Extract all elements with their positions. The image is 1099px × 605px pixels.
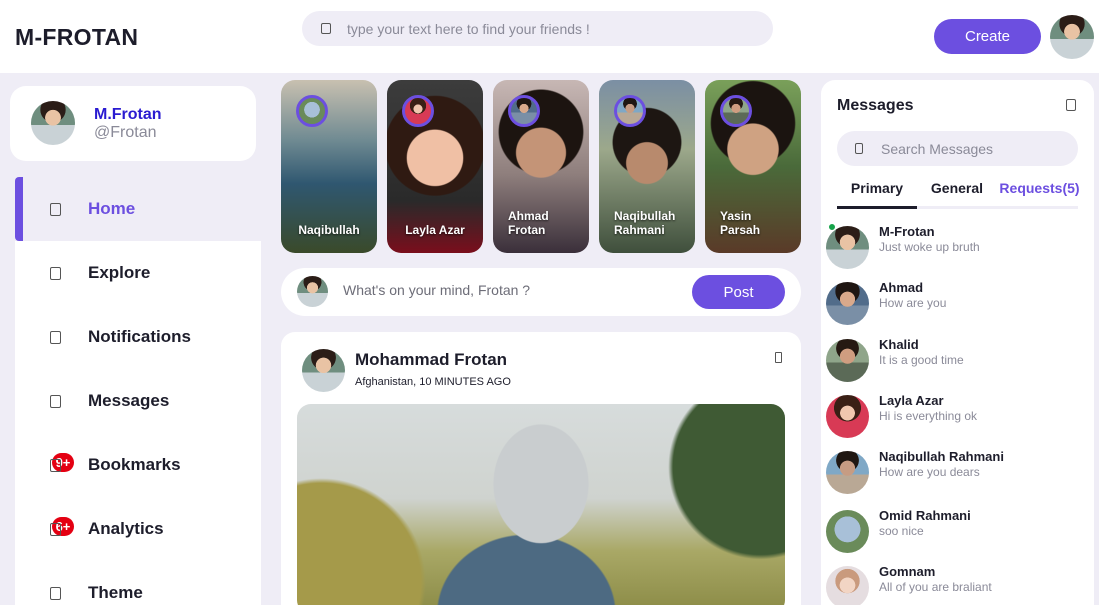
- message-preview: All of you are braliant: [879, 580, 992, 594]
- story-name: Naqibullah: [298, 223, 360, 237]
- envelope-icon: [50, 395, 61, 408]
- message-sender: Layla Azar: [879, 393, 944, 408]
- message-sender: M-Frotan: [879, 224, 935, 239]
- message-preview: It is a good time: [879, 353, 964, 367]
- post-author-avatar[interactable]: [302, 349, 345, 392]
- feed-post-card: Mohammad Frotan Afghanistan, 10 MINUTES …: [281, 332, 801, 605]
- post-photo[interactable]: [297, 404, 785, 605]
- story-card[interactable]: Layla Azar: [387, 80, 483, 253]
- search-icon: [321, 23, 331, 34]
- tab-general[interactable]: General: [923, 180, 991, 209]
- story-card[interactable]: Yasin Parsah: [705, 80, 801, 253]
- message-item[interactable]: Khalid It is a good time: [821, 337, 1094, 389]
- bookmark-icon: [50, 459, 61, 472]
- message-preview: How are you dears: [879, 465, 980, 479]
- post-meta: Afghanistan, 10 MINUTES AGO: [355, 376, 511, 388]
- story-avatar: [402, 95, 434, 127]
- tab-primary[interactable]: Primary: [837, 180, 917, 209]
- sidebar-item-theme[interactable]: Theme: [15, 561, 261, 605]
- message-item[interactable]: Omid Rahmani soo nice: [821, 508, 1094, 560]
- message-item[interactable]: Ahmad How are you: [821, 280, 1094, 332]
- composer-avatar: [297, 276, 328, 307]
- bell-icon: [50, 331, 61, 344]
- create-button[interactable]: Create: [934, 19, 1041, 54]
- message-avatar: [826, 226, 869, 269]
- message-sender: Ahmad: [879, 280, 924, 295]
- story-card[interactable]: Naqibullah Rahmani: [599, 80, 695, 253]
- sidebar-item-label: Bookmarks: [88, 455, 181, 474]
- online-status-dot: [828, 223, 836, 231]
- message-item[interactable]: Gomnam All of you are braliant: [821, 564, 1094, 605]
- sidebar-item-label: Analytics: [88, 519, 164, 538]
- story-name: Naqibullah Rahmani: [614, 209, 676, 237]
- message-avatar: [826, 339, 869, 382]
- profile-card[interactable]: M.Frotan @Frotan: [10, 86, 256, 161]
- compass-icon: [50, 267, 61, 280]
- story-card[interactable]: Ahmad Frotan: [493, 80, 589, 253]
- sidebar-item-home[interactable]: Home: [15, 177, 261, 241]
- message-preview: Hi is everything ok: [879, 409, 978, 423]
- message-avatar: [826, 395, 869, 438]
- sidebar-nav: Home Explore 9+ Notifications 6+ Message…: [15, 177, 261, 605]
- more-options-icon[interactable]: [775, 352, 782, 363]
- sidebar-item-label: Theme: [88, 583, 143, 602]
- message-item[interactable]: Layla Azar Hi is everything ok: [821, 393, 1094, 445]
- sidebar-item-analytics[interactable]: Analytics: [15, 497, 261, 561]
- post-composer: Post: [281, 268, 801, 316]
- messages-tabs: Primary General Requests(5): [837, 180, 1080, 209]
- sidebar-item-label: Messages: [88, 391, 170, 410]
- sidebar-item-bookmarks[interactable]: Bookmarks: [15, 433, 261, 497]
- sidebar-item-label: Explore: [88, 263, 151, 282]
- messages-panel: Messages Primary General Requests(5) M-F…: [821, 80, 1094, 605]
- story-avatar: [720, 95, 752, 127]
- message-avatar: [826, 451, 869, 494]
- story-name: Layla Azar: [405, 223, 465, 237]
- story-avatar: [296, 95, 328, 127]
- profile-handle: @Frotan: [94, 124, 157, 141]
- tab-requests[interactable]: Requests(5): [997, 180, 1082, 209]
- message-sender: Gomnam: [879, 564, 936, 579]
- friend-search-input[interactable]: [347, 20, 747, 37]
- sidebar-item-label: Notifications: [88, 327, 191, 346]
- chart-icon: [50, 523, 61, 536]
- user-avatar[interactable]: [1050, 15, 1094, 59]
- message-sender: Khalid: [879, 337, 919, 352]
- palette-icon: [50, 587, 61, 600]
- search-icon: [855, 143, 863, 154]
- message-sender: Naqibullah Rahmani: [879, 449, 1004, 464]
- message-preview: How are you: [879, 296, 947, 310]
- message-preview: soo nice: [879, 524, 924, 538]
- edit-icon[interactable]: [1066, 99, 1076, 111]
- sidebar-item-messages[interactable]: 6+ Messages: [15, 369, 261, 536]
- app-logo[interactable]: M-FROTAN: [15, 24, 138, 51]
- message-item[interactable]: Naqibullah Rahmani How are you dears: [821, 449, 1094, 501]
- message-avatar: [826, 566, 869, 605]
- post-input[interactable]: [343, 282, 663, 298]
- sidebar-item-notifications[interactable]: 9+ Notifications: [15, 305, 261, 472]
- story-avatar: [508, 95, 540, 127]
- story-card[interactable]: Naqibullah: [281, 80, 377, 253]
- profile-name: M.Frotan: [94, 106, 162, 123]
- story-name: Ahmad Frotan: [508, 209, 549, 237]
- home-icon: [50, 203, 61, 216]
- message-avatar: [826, 282, 869, 325]
- sidebar-item-label: Home: [88, 199, 136, 218]
- story-avatar: [614, 95, 646, 127]
- friend-search-bar[interactable]: [302, 11, 773, 46]
- post-author-name[interactable]: Mohammad Frotan: [355, 350, 507, 370]
- message-item[interactable]: M-Frotan Just woke up bruth: [821, 223, 1094, 276]
- message-sender: Omid Rahmani: [879, 508, 971, 523]
- messages-search-input[interactable]: [881, 141, 1061, 157]
- messages-title: Messages: [837, 97, 914, 114]
- sidebar-item-explore[interactable]: Explore: [15, 241, 261, 305]
- message-preview: Just woke up bruth: [879, 240, 980, 254]
- profile-avatar: [31, 101, 75, 145]
- messages-search-bar[interactable]: [837, 131, 1078, 166]
- post-button[interactable]: Post: [692, 275, 785, 309]
- top-navbar: M-FROTAN Create: [0, 0, 1099, 73]
- story-name: Yasin Parsah: [720, 209, 761, 237]
- message-avatar: [826, 510, 869, 553]
